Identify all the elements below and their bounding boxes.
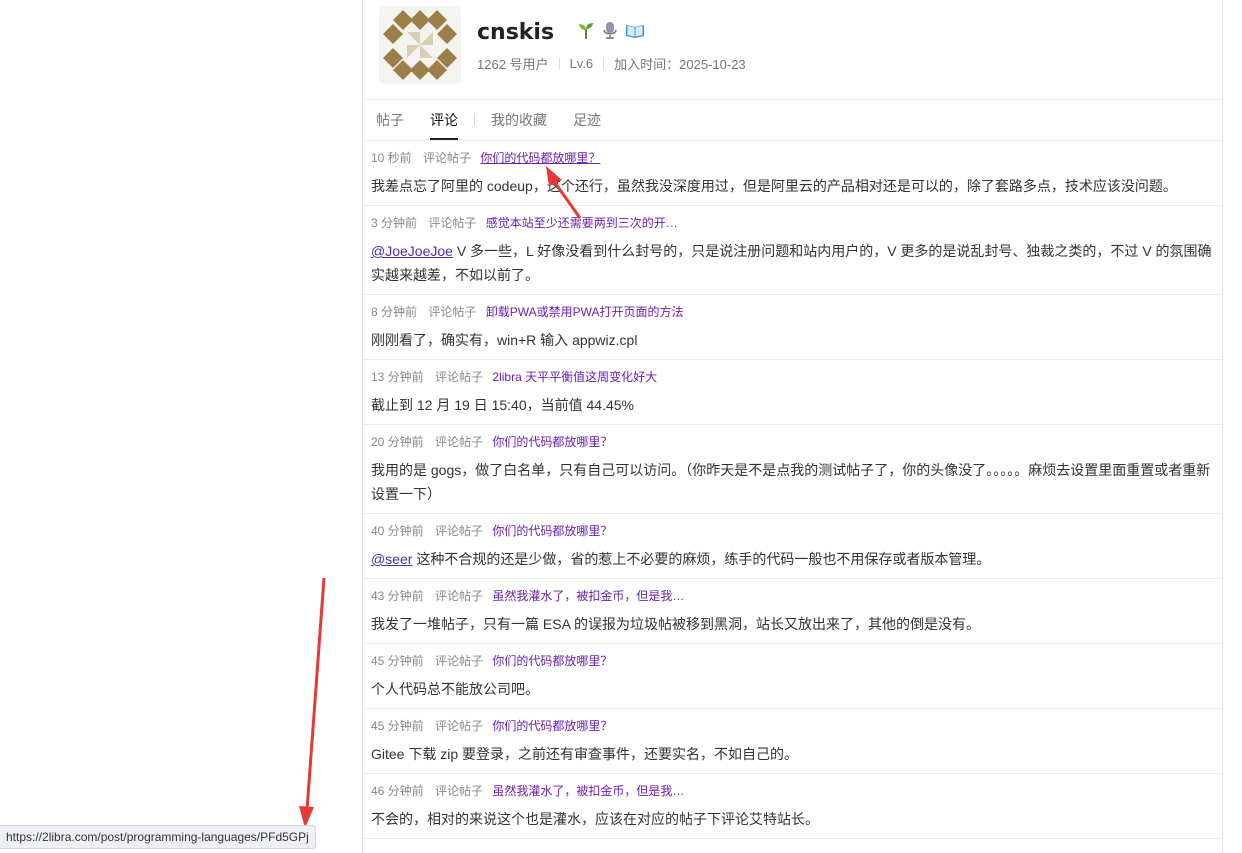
list-item: 20 分钟前 评论帖子 你们的代码都放哪里？ 我用的是 gogs，做了白名单，只… xyxy=(363,425,1222,514)
post-link[interactable]: 你们的代码都放哪里？ xyxy=(492,435,612,449)
book-icon[interactable] xyxy=(625,20,645,40)
mention-link[interactable]: @seer xyxy=(371,551,412,567)
comment-time: 43 分钟前 xyxy=(371,589,424,603)
profile-panel: cnskis 1262 号用户 Lv.6 加入时间：2025-10-23 帖子 … xyxy=(362,0,1223,853)
comment-time: 45 分钟前 xyxy=(371,719,424,733)
post-link[interactable]: 卸载PWA或禁用PWA打开页面的方法 xyxy=(486,305,684,319)
join-date: 加入时间：2025-10-23 xyxy=(614,57,746,72)
post-link[interactable]: 你们的代码都放哪里？ xyxy=(492,654,612,668)
comment-text: 我差点忘了阿里的 codeup，这个还行，虽然我没深度用过，但是阿里云的产品相对… xyxy=(371,178,1177,194)
badge-list xyxy=(577,20,645,40)
list-item: 46 分钟前 评论帖子 虽然我灌水了，被扣金币，但是我… 不会的，相对的来说这个… xyxy=(363,774,1222,839)
list-item: 40 分钟前 评论帖子 你们的代码都放哪里？ @seer 这种不合规的还是少做，… xyxy=(363,514,1222,579)
comment-kind: 评论帖子 xyxy=(428,216,477,230)
post-link[interactable]: 你们的代码都放哪里？ xyxy=(480,151,600,165)
comment-kind: 评论帖子 xyxy=(435,524,484,538)
comment-kind: 评论帖子 xyxy=(423,151,472,165)
comment-time: 10 秒前 xyxy=(371,151,412,165)
comment-list: 10 秒前 评论帖子 你们的代码都放哪里？ 我差点忘了阿里的 codeup，这个… xyxy=(363,141,1222,839)
comment-time: 40 分钟前 xyxy=(371,524,424,538)
comment-text: 不会的，相对的来说这个也是灌水，应该在对应的帖子下评论艾特站长。 xyxy=(371,811,819,827)
profile-tabs: 帖子 评论 我的收藏 足迹 xyxy=(363,99,1222,141)
comment-time: 45 分钟前 xyxy=(371,654,424,668)
profile-meta: 1262 号用户 Lv.6 加入时间：2025-10-23 xyxy=(477,54,746,73)
tab-favorites[interactable]: 我的收藏 xyxy=(478,100,560,140)
comment-text: 我用的是 gogs，做了白名单，只有自己可以访问。（你昨天是不是点我的测试帖子了… xyxy=(371,462,1211,502)
tab-comments[interactable]: 评论 xyxy=(417,100,471,140)
arrow-to-status-url xyxy=(299,577,326,828)
user-number: 1262 号用户 xyxy=(477,57,549,72)
profile-header: cnskis 1262 号用户 Lv.6 加入时间：2025-10-23 xyxy=(379,6,1199,86)
seedling-icon[interactable] xyxy=(577,20,595,40)
comment-text: 我发了一堆帖子，只有一篇 ESA 的误报为垃圾帖被移到黑洞，站长又放出来了，其他… xyxy=(371,616,981,632)
post-link[interactable]: 你们的代码都放哪里？ xyxy=(492,524,612,538)
microphone-icon[interactable] xyxy=(601,20,619,40)
comment-kind: 评论帖子 xyxy=(428,305,477,319)
identicon-avatar xyxy=(379,6,461,84)
list-item: 43 分钟前 评论帖子 虽然我灌水了，被扣金币，但是我… 我发了一堆帖子，只有一… xyxy=(363,579,1222,644)
comment-time: 3 分钟前 xyxy=(371,216,418,230)
tab-posts[interactable]: 帖子 xyxy=(363,100,417,140)
comment-text: 个人代码总不能放公司吧。 xyxy=(371,681,539,697)
meta-divider xyxy=(558,58,560,69)
post-link[interactable]: 2libra 天平平衡值这周变化好大 xyxy=(492,370,657,384)
status-bar-url: https://2libra.com/post/programming-lang… xyxy=(0,825,316,849)
meta-divider xyxy=(603,58,605,69)
comment-kind: 评论帖子 xyxy=(435,370,484,384)
avatar[interactable] xyxy=(379,6,461,84)
comment-text: 截止到 12 月 19 日 15:40，当前值 44.45% xyxy=(371,397,634,413)
comment-text: V 多一些，L 好像没看到什么封号的，只是说注册问题和站内用户的，V 更多的是说… xyxy=(371,243,1212,283)
comment-text: 刚刚看了，确实有，win+R 输入 appwiz.cpl xyxy=(371,332,638,348)
comment-kind: 评论帖子 xyxy=(435,719,484,733)
list-item: 8 分钟前 评论帖子 卸载PWA或禁用PWA打开页面的方法 刚刚看了，确实有，w… xyxy=(363,295,1222,360)
comment-text: Gitee 下载 zip 要登录，之前还有审查事件，还要实名，不如自己的。 xyxy=(371,746,799,762)
post-link[interactable]: 虽然我灌水了，被扣金币，但是我… xyxy=(492,784,684,798)
mention-link[interactable]: @JoeJoeJoe xyxy=(371,243,453,259)
tab-history[interactable]: 足迹 xyxy=(560,100,614,140)
list-item: 10 秒前 评论帖子 你们的代码都放哪里？ 我差点忘了阿里的 codeup，这个… xyxy=(363,141,1222,206)
user-level: Lv.6 xyxy=(569,56,594,71)
username: cnskis xyxy=(477,20,555,45)
post-link[interactable]: 虽然我灌水了，被扣金币，但是我… xyxy=(492,589,684,603)
comment-kind: 评论帖子 xyxy=(435,435,484,449)
post-link[interactable]: 感觉本站至少还需要两到三次的开… xyxy=(486,216,678,230)
comment-kind: 评论帖子 xyxy=(435,589,484,603)
list-item: 3 分钟前 评论帖子 感觉本站至少还需要两到三次的开… @JoeJoeJoe V… xyxy=(363,206,1222,295)
comment-time: 8 分钟前 xyxy=(371,305,418,319)
comment-time: 20 分钟前 xyxy=(371,435,424,449)
comment-kind: 评论帖子 xyxy=(435,654,484,668)
comment-time: 46 分钟前 xyxy=(371,784,424,798)
comment-kind: 评论帖子 xyxy=(435,784,484,798)
list-item: 13 分钟前 评论帖子 2libra 天平平衡值这周变化好大 截止到 12 月 … xyxy=(363,360,1222,425)
post-link[interactable]: 你们的代码都放哪里？ xyxy=(492,719,612,733)
tab-divider xyxy=(474,114,475,126)
comment-time: 13 分钟前 xyxy=(371,370,424,384)
list-item: 45 分钟前 评论帖子 你们的代码都放哪里？ Gitee 下载 zip 要登录，… xyxy=(363,709,1222,774)
list-item: 45 分钟前 评论帖子 你们的代码都放哪里？ 个人代码总不能放公司吧。 xyxy=(363,644,1222,709)
comment-text: 这种不合规的还是少做，省的惹上不必要的麻烦，练手的代码一般也不用保存或者版本管理… xyxy=(412,551,991,567)
